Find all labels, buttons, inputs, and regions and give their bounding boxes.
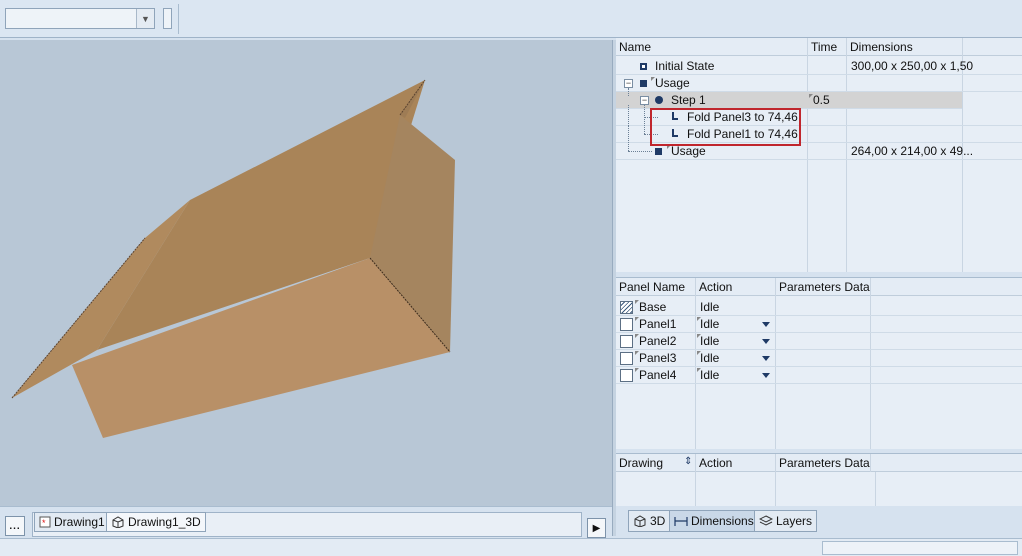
panels-grid-header: Panel Name Action Parameters Data [616,278,1022,296]
header-dimensions[interactable]: Dimensions [847,38,963,56]
panel-row-panel3[interactable]: Panel3 Idle [616,350,1022,367]
status-field [822,541,1018,555]
steps-grid: Name Time Dimensions Initial State 300,0… [616,38,1022,272]
tab-label: Dimensions [691,514,754,528]
tab-drawing1[interactable]: * Drawing1 [34,512,110,532]
tree-connector [628,151,652,152]
panel-row-panel1[interactable]: Panel1 Idle [616,316,1022,333]
header-parameters[interactable]: Parameters Data [776,278,871,296]
tab-dimensions[interactable]: Dimensions [669,510,759,532]
panel-checkbox[interactable] [620,335,633,348]
header-name[interactable]: Name [616,38,808,56]
step-dimensions: 264,00 x 214,00 x 49... [851,144,974,158]
panel-checkbox[interactable] [620,318,633,331]
tree-connector [628,125,629,143]
drawing-icon: * [39,516,51,528]
tree-connector [644,105,645,126]
header-time[interactable]: Time [808,38,847,56]
toolbar-combo[interactable]: ▼ [5,8,155,29]
status-bar [0,538,1022,556]
dimension-icon [674,517,688,526]
panel-name: Panel3 [639,351,677,365]
drawing-grid-header: Drawing ⇕ Action Parameters Data [616,454,1022,472]
chevron-down-icon[interactable] [762,356,770,361]
column-divider [695,472,696,506]
chevron-down-icon[interactable]: ▼ [136,9,154,28]
column-divider [775,472,776,506]
panel-action[interactable]: Idle [697,350,719,367]
panels-grid: Panel Name Action Parameters Data Base I… [616,277,1022,449]
chevron-down-icon[interactable] [762,373,770,378]
header-parameters[interactable]: Parameters Data [776,454,871,472]
panel-checkbox[interactable] [620,352,633,365]
column-divider [875,472,876,506]
tab-label: Drawing1 [54,515,105,529]
step-row-step1[interactable]: − Step 1 0.5 [616,88,962,109]
layers-icon [759,515,773,526]
collapse-icon[interactable]: − [624,79,633,88]
panel-row-panel4[interactable]: Panel4 Idle [616,367,1022,384]
steps-grid-header: Name Time Dimensions [616,38,1022,56]
toolbar-small-field[interactable] [163,8,172,29]
step-time[interactable]: 0.5 [810,92,830,109]
step-name: Step 1 [671,93,706,107]
play-icon[interactable]: ▶ [587,518,606,538]
toolbar: ▼ [0,0,1022,38]
tree-connector [628,88,629,96]
document-tab-bar: ... * Drawing1 Drawing1_3D ▶ [0,506,612,538]
panel-action[interactable]: Idle [697,333,719,350]
panel-row-panel2[interactable]: Panel2 Idle [616,333,1022,350]
tree-connector [628,142,629,151]
step-row-initial-state[interactable]: Initial State 300,00 x 250,00 x 1,50 [616,58,1022,75]
steps-grid-body: Initial State 300,00 x 250,00 x 1,50 − U… [616,56,1022,272]
folded-box-model [11,79,455,438]
chevron-down-icon[interactable] [762,322,770,327]
tree-connector [628,105,629,126]
panel-action[interactable]: Idle [697,367,719,384]
toolbar-separator [178,4,179,34]
collapse-icon[interactable]: − [640,96,649,105]
tab-label: Layers [776,514,813,528]
tab-label: Drawing1_3D [128,515,201,529]
usage-icon [640,80,647,87]
header-action[interactable]: Action [696,454,776,472]
usage-icon [655,148,662,155]
step-row-usage[interactable]: − Usage [616,75,1022,92]
header-action[interactable]: Action [696,278,776,296]
panels-grid-body: Base Idle Panel1 Idle Panel2 Idle Panel3… [616,296,1022,449]
sort-icon[interactable]: ⇕ [684,456,692,467]
cube-icon [112,516,124,528]
panel-name: Panel2 [639,334,677,348]
step-name: Initial State [655,59,715,73]
svg-text:*: * [42,518,46,528]
drawing-grid-body [616,472,1022,506]
tab-layers[interactable]: Layers [754,510,818,532]
tab-drawing1-3d[interactable]: Drawing1_3D [106,512,206,532]
panel-name: Base [639,300,667,314]
chevron-down-icon[interactable] [762,339,770,344]
step-icon [655,96,663,104]
header-panel-name[interactable]: Panel Name [616,278,696,296]
panel-name: Panel4 [639,368,677,382]
cube-icon [634,515,646,527]
step-name: Usage [655,76,690,90]
panel-action: Idle [700,300,720,314]
tree-connector [644,125,645,134]
state-icon [640,63,647,70]
panel-action[interactable]: Idle [697,316,719,333]
drawing-grid: Drawing ⇕ Action Parameters Data [616,453,1022,506]
panel-checkbox[interactable] [620,369,633,382]
tab-label: 3D [650,514,666,528]
3d-viewport[interactable] [0,40,612,506]
panel-checkbox[interactable] [620,301,633,314]
panel-name: Panel1 [639,317,677,331]
step-dimensions: 300,00 x 250,00 x 1,50 [851,59,974,73]
fold-steps-highlight [650,108,801,146]
tab-3d[interactable]: 3D [628,510,671,532]
panel-row-base[interactable]: Base Idle [616,299,1022,316]
panel-tab-bar: 3D Dimensions Layers [616,506,1022,538]
more-button[interactable]: ... [5,516,25,536]
